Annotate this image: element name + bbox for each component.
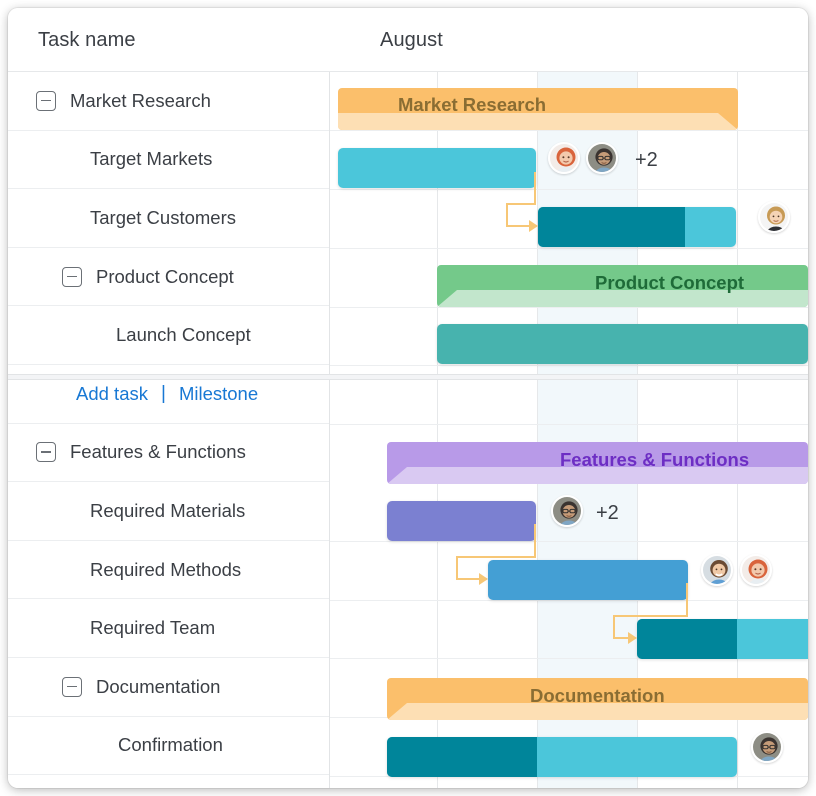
task-row-launch-concept[interactable]: Launch Concept — [8, 306, 329, 365]
section-separator-band — [8, 374, 808, 380]
avatar[interactable] — [758, 201, 790, 233]
task-bar-target-customers[interactable] — [538, 207, 736, 247]
grid-row-line — [330, 130, 808, 131]
grid-row-line — [330, 365, 808, 366]
task-row-target-customers[interactable]: Target Customers — [8, 189, 329, 248]
task-row-required-team[interactable]: Required Team — [8, 599, 329, 658]
task-row-market-research[interactable]: Market Research — [8, 72, 329, 131]
collapse-minus-icon[interactable] — [62, 677, 82, 697]
task-row-label: Confirmation — [118, 734, 223, 756]
dependency-arrow — [628, 632, 637, 644]
dependency-arrow — [479, 573, 488, 585]
summary-bar-label-documentation: Documentation — [530, 683, 665, 709]
task-row-label: Market Research — [70, 90, 211, 112]
task-row-required-methods[interactable]: Required Methods — [8, 541, 329, 600]
avatar[interactable] — [551, 495, 583, 527]
gantt-chart-card: Task name August Market Research — [8, 8, 808, 788]
grid-row-line — [330, 248, 808, 249]
task-row-required-materials[interactable]: Required Materials — [8, 482, 329, 541]
dependency-line — [534, 172, 536, 205]
add-task-button[interactable]: Add task — [76, 383, 148, 405]
task-bar-confirmation[interactable] — [387, 737, 737, 777]
task-bar-target-markets[interactable] — [338, 148, 536, 188]
task-row-features-functions[interactable]: Features & Functions — [8, 424, 329, 483]
grid-row-line — [330, 307, 808, 308]
assignee-overflow-count: +2 — [596, 502, 619, 525]
dependency-line — [686, 583, 688, 617]
add-row-divider: | — [161, 383, 166, 405]
task-row-label: Target Customers — [90, 207, 236, 229]
dependency-line — [506, 203, 508, 227]
task-name-column[interactable]: Market Research Target Markets Target Cu… — [8, 72, 330, 788]
dependency-line — [506, 203, 536, 205]
gantt-header: Task name August — [8, 8, 808, 72]
collapse-minus-icon[interactable] — [36, 91, 56, 111]
timeline-month-header: August — [380, 29, 443, 52]
avatar[interactable] — [740, 554, 772, 586]
dependency-line — [613, 615, 688, 617]
dependency-line — [613, 615, 615, 639]
summary-bar-label-features-functions: Features & Functions — [560, 447, 749, 473]
gantt-timeline[interactable]: Market Research — [330, 72, 808, 788]
task-row-label: Documentation — [96, 676, 220, 698]
avatar[interactable] — [701, 554, 733, 586]
task-bar-progress — [538, 207, 685, 247]
assignee-overflow-count: +2 — [635, 149, 658, 172]
grid-row-line — [330, 600, 808, 601]
task-row-label: Features & Functions — [70, 441, 246, 463]
task-bar-required-methods[interactable] — [488, 560, 688, 600]
task-row-confirmation[interactable]: Confirmation — [8, 717, 329, 776]
grid-row-line — [330, 189, 808, 190]
task-row-label: Product Concept — [96, 266, 234, 288]
task-row-product-concept[interactable]: Product Concept — [8, 248, 329, 307]
task-row-label: Required Methods — [90, 559, 241, 581]
task-name-column-header: Task name — [38, 29, 136, 52]
add-milestone-button[interactable]: Milestone — [179, 383, 258, 405]
dependency-arrow — [529, 220, 538, 232]
dependency-line — [534, 524, 536, 558]
grid-row-line — [330, 424, 808, 425]
task-bar-progress — [637, 619, 737, 659]
task-bar-launch-concept[interactable] — [437, 324, 808, 364]
task-bar-required-materials[interactable] — [387, 501, 536, 541]
avatar[interactable] — [751, 731, 783, 763]
collapse-minus-icon[interactable] — [36, 442, 56, 462]
task-row-label: Required Materials — [90, 500, 245, 522]
task-bar-required-team[interactable] — [637, 619, 808, 659]
avatar[interactable] — [586, 142, 618, 174]
task-row-target-markets[interactable]: Target Markets — [8, 131, 329, 190]
grid-row-line — [330, 541, 808, 542]
task-row-label: Target Markets — [90, 148, 212, 170]
collapse-minus-icon[interactable] — [62, 267, 82, 287]
task-row-documentation[interactable]: Documentation — [8, 658, 329, 717]
dependency-line — [456, 556, 536, 558]
avatar[interactable] — [548, 142, 580, 174]
dependency-line — [456, 556, 458, 580]
task-bar-progress — [387, 737, 537, 777]
summary-bar-label-market-research: Market Research — [398, 92, 546, 118]
task-row-label: Launch Concept — [116, 324, 251, 346]
summary-bar-label-product-concept: Product Concept — [595, 270, 744, 296]
task-row-label: Required Team — [90, 617, 215, 639]
